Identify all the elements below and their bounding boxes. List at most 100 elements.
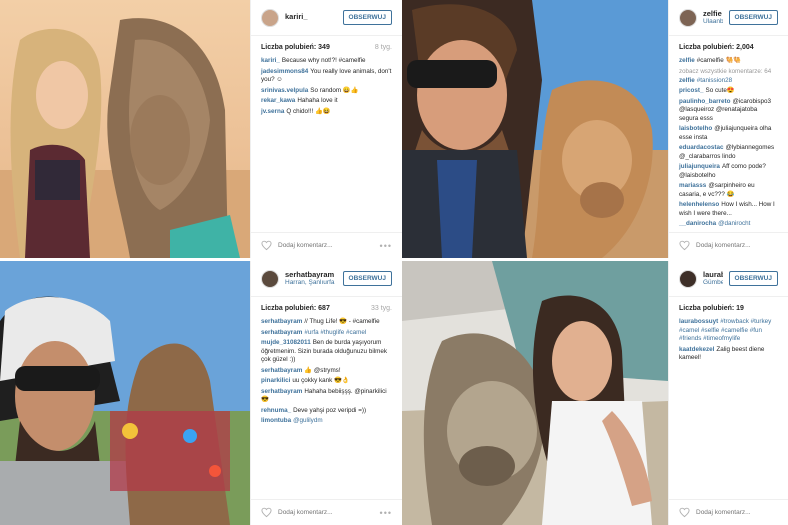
username[interactable]: kariri_ (285, 13, 337, 21)
post-photo-3[interactable] (0, 261, 250, 525)
comment-text: @gulilydm (293, 417, 323, 424)
comment-list: kariri_ Because why not!?! #camelfie jade… (251, 55, 402, 120)
comment-item: eduardacostac @lybiannegomes @_clarabarro… (679, 144, 778, 161)
comment-item: pinarkilici uu çokky kank 😎👌 (261, 377, 392, 386)
comment-bar: ••• (669, 232, 788, 258)
add-comment-input[interactable] (696, 242, 784, 249)
post-photo-4-image (402, 261, 668, 525)
comment-author[interactable]: helenhelenso (679, 201, 719, 208)
comment-author[interactable]: paulinho_barreto (679, 98, 730, 105)
comment-author[interactable]: juliajunqueira (679, 163, 720, 170)
comment-author[interactable]: laisbotelho (679, 125, 712, 132)
comment-item: limontuba @gulilydm (261, 417, 392, 426)
comment-item: srinivas.velpula So random 😄👍 (261, 87, 392, 96)
comment-author[interactable]: kariri_ (261, 57, 280, 64)
avatar[interactable] (261, 269, 279, 288)
avatar[interactable] (261, 8, 279, 27)
comment-author[interactable]: rehnuma_ (261, 407, 291, 414)
like-count[interactable]: Liczba polubień: 19 (679, 305, 744, 312)
username[interactable]: zelfie (703, 10, 723, 18)
heart-icon[interactable] (679, 507, 690, 518)
comment-item: juliajunqueira Aff como pode? @laisbotelh… (679, 163, 778, 180)
heart-icon[interactable] (261, 507, 272, 518)
like-count[interactable]: Liczba polubień: 349 (261, 44, 330, 51)
comment-text: Deve yahşi poz veripdi =)) (293, 406, 367, 414)
comment-author[interactable]: zelfie (679, 77, 695, 84)
comment-item: serhatbayram Hahaha bebiişşş. @pinarkilic… (261, 388, 392, 405)
post-panel-2: zelfie Ulaanbaatar, Mo... OBSERWUJ Liczb… (668, 0, 788, 258)
comment-text: @danirocht (718, 220, 751, 227)
comment-author[interactable]: srinivas.velpula (261, 87, 308, 94)
post-photo-4[interactable] (402, 261, 668, 525)
post-time: 33 tyg. (370, 305, 392, 312)
comment-item: helenhelenso How I wish... How I wish I w… (679, 201, 778, 218)
more-options-icon[interactable]: ••• (380, 508, 392, 518)
more-options-icon[interactable]: ••• (380, 241, 392, 251)
comment-list: laurabossuyt #trowback #turkey #camel #se… (669, 316, 788, 367)
avatar[interactable] (679, 269, 697, 288)
comment-bar: ••• (251, 499, 402, 525)
comment-item: mujde_31082011 Ben de burda yaşıyorum öğr… (261, 339, 392, 365)
follow-button[interactable]: OBSERWUJ (728, 10, 778, 25)
post-photo-1[interactable] (0, 0, 250, 258)
comment-item: jadesimmons84 You really love animals, do… (261, 68, 392, 85)
comment-author[interactable]: serhatbayram (261, 329, 302, 336)
add-comment-input[interactable] (696, 509, 784, 516)
follow-button[interactable]: OBSERWUJ (342, 271, 392, 286)
comment-author[interactable]: laurabossuyt (679, 318, 718, 325)
follow-button[interactable]: OBSERWUJ (342, 10, 392, 25)
comment-author[interactable]: serhatbayram (261, 388, 302, 395)
comment-author[interactable]: __danirocha (679, 220, 716, 227)
follow-button[interactable]: OBSERWUJ (728, 271, 778, 286)
comment-text: Because why not!?! #camelfie (281, 57, 366, 64)
comment-text: Q chido!!! 👍😆 (286, 107, 331, 115)
post-panel-3: serhatbayram Harran, Şanlıurfa OBSERWUJ … (250, 261, 402, 525)
comment-text: So random 😄👍 (310, 86, 359, 94)
comment-text: // Thug Life! 😎 - #camelfie (304, 318, 380, 325)
avatar[interactable] (679, 8, 697, 27)
username[interactable]: serhatbayram (285, 271, 337, 279)
username[interactable]: laurabossuyt (703, 271, 723, 279)
comment-author[interactable]: serhatbayram (261, 318, 302, 325)
comment-author[interactable]: pricost_ (679, 87, 704, 94)
post-time: 8 tyg. (374, 44, 392, 51)
comment-item: rehnuma_ Deve yahşi poz veripdi =)) (261, 407, 392, 416)
add-comment-input[interactable] (278, 242, 374, 249)
comment-author[interactable]: limontuba (261, 417, 291, 424)
comment-author[interactable]: serhatbayram (261, 367, 302, 374)
location[interactable]: Ulaanbaatar, Mo... (703, 18, 723, 25)
comment-author[interactable]: eduardacostac (679, 144, 723, 151)
comment-text: So cute😍 (705, 87, 735, 94)
like-count[interactable]: Liczba polubień: 687 (261, 305, 330, 312)
comment-item: laisbotelho @juliajunqueira olha esse ins… (679, 125, 778, 142)
post-photo-2[interactable] (402, 0, 668, 258)
comment-author[interactable]: rekar_kawa (261, 97, 295, 104)
comment-item: __danirocha @danirocht (679, 220, 778, 229)
comment-author[interactable]: mujde_31082011 (261, 339, 311, 346)
comment-author[interactable]: jv.serna (261, 108, 284, 115)
comment-author[interactable]: pinarkilici (261, 377, 290, 384)
location[interactable]: Gümbet,Bodrum (703, 279, 723, 286)
comment-item: serhatbayram 👍 @stryms! (261, 367, 392, 376)
comment-author[interactable]: zelfie (679, 57, 695, 64)
like-count[interactable]: Liczba polubień: 2,004 (679, 44, 754, 51)
comment-item: jv.serna Q chido!!! 👍😆 (261, 108, 392, 117)
location[interactable]: Harran, Şanlıurfa (285, 279, 337, 286)
comment-text: #urfa #thuglife #camel (304, 328, 367, 336)
comment-item: laurabossuyt #trowback #turkey #camel #se… (679, 318, 778, 344)
post-header: kariri_ OBSERWUJ (251, 0, 402, 36)
comment-author[interactable]: mariasss (679, 182, 706, 189)
add-comment-input[interactable] (278, 509, 374, 516)
comment-author[interactable]: kaatdekezel (679, 346, 714, 353)
comment-item: mariasss @sarpinheiro eu casaria, e vc???… (679, 182, 778, 199)
comment-item: zelfie #camelfie 🐫🐫 (679, 57, 778, 66)
view-all-comments-link[interactable]: zobacz wszystkie komentarze: 64 (679, 68, 778, 77)
comment-bar: ••• (669, 499, 788, 525)
heart-icon[interactable] (679, 240, 690, 251)
heart-icon[interactable] (261, 240, 272, 251)
comment-item: zelfie #tanission28 (679, 77, 778, 86)
comment-item: kariri_ Because why not!?! #camelfie (261, 57, 392, 66)
comment-author[interactable]: jadesimmons84 (261, 68, 308, 75)
comment-text: uu çokky kank 😎👌 (292, 377, 350, 384)
comment-item: kaatdekezel Zalig beest diene kameel! (679, 346, 778, 363)
